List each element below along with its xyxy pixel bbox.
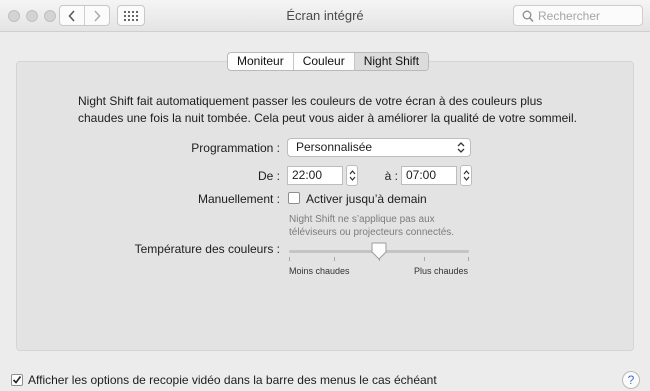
schedule-popup[interactable]: Personnalisée: [287, 138, 471, 157]
popup-arrows-icon: [457, 142, 465, 153]
stepper-arrows-icon: [349, 170, 355, 181]
preferences-window: Écran intégré Moniteur Couleur Night Shi…: [0, 0, 650, 391]
slider-tick: [424, 257, 425, 261]
checkmark-icon: [12, 376, 22, 384]
manual-checkbox[interactable]: [288, 192, 300, 204]
temperature-label: Température des couleurs :: [134, 242, 280, 256]
schedule-label: Programmation :: [191, 141, 280, 155]
manual-label: Manuellement :: [197, 192, 280, 206]
mirroring-label[interactable]: Afficher les options de recopie vidéo da…: [28, 373, 437, 387]
search-icon: [522, 10, 534, 23]
manual-checkbox-label[interactable]: Activer jusqu’à demain: [306, 192, 427, 206]
search-field[interactable]: [513, 5, 643, 26]
help-button[interactable]: ?: [622, 371, 640, 389]
from-time-stepper[interactable]: [346, 165, 358, 186]
tab-bar: Moniteur Couleur Night Shift: [227, 52, 430, 71]
stepper-arrows-icon: [463, 170, 469, 181]
mirroring-checkbox[interactable]: [11, 374, 23, 386]
from-time-field[interactable]: 22:00: [287, 166, 343, 185]
toolbar: Écran intégré: [0, 0, 650, 32]
to-time-field[interactable]: 07:00: [401, 166, 457, 185]
tab-moniteur[interactable]: Moniteur: [228, 53, 293, 70]
search-input[interactable]: [538, 8, 638, 23]
night-shift-description: Night Shift fait automatiquement passer …: [78, 94, 577, 125]
to-label: à :: [384, 169, 398, 183]
night-shift-hint: Night Shift ne s’applique pas aux télévi…: [289, 214, 455, 238]
temperature-max-label: Plus chaudes: [414, 266, 469, 276]
temperature-min-label: Moins chaudes: [289, 266, 350, 276]
from-label: De :: [257, 169, 280, 183]
temperature-slider-thumb[interactable]: [371, 242, 387, 260]
tab-night-shift[interactable]: Night Shift: [353, 53, 429, 70]
schedule-value: Personnalisée: [296, 140, 373, 154]
to-time-stepper[interactable]: [460, 165, 472, 186]
slider-tick: [289, 257, 290, 261]
slider-tick: [334, 257, 335, 261]
tab-couleur[interactable]: Couleur: [292, 53, 354, 70]
slider-tick: [468, 257, 469, 261]
